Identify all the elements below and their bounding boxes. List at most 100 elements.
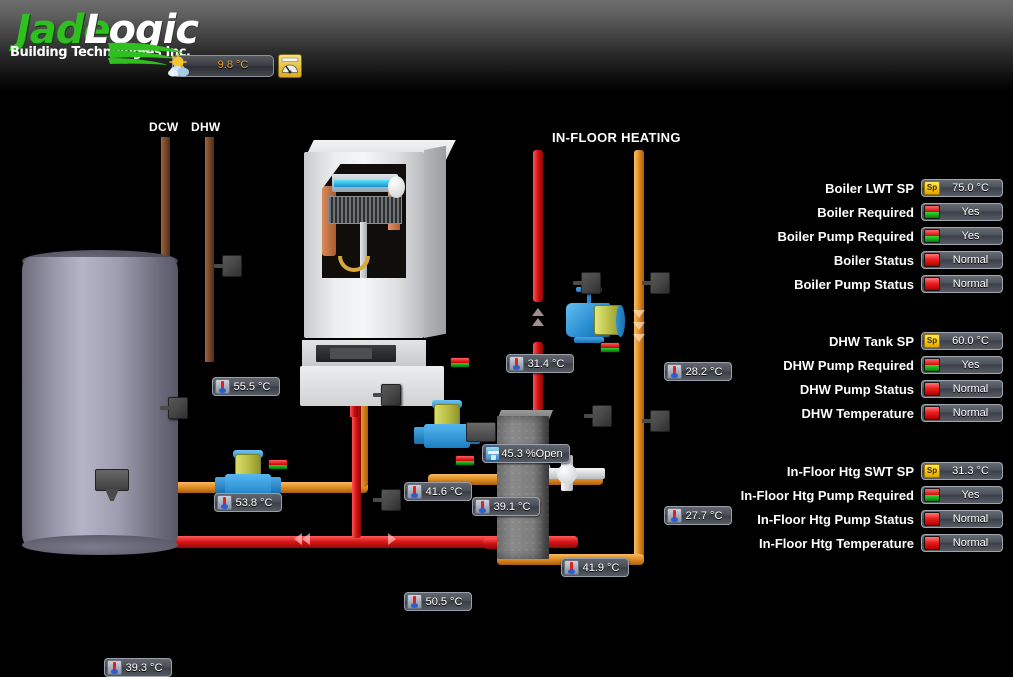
infloor-rwt-sensor[interactable]: [642, 272, 670, 294]
status-row: DHW Temperature Normal: [802, 403, 1003, 423]
status-row: DHW Pump Required Yes: [783, 355, 1003, 375]
status-value-pill[interactable]: Normal: [921, 510, 1003, 528]
red-lamp-icon: [924, 253, 940, 267]
status-value-pill[interactable]: Normal: [921, 275, 1003, 293]
infloor-swt-sensor[interactable]: [573, 272, 601, 294]
status-value-pill[interactable]: Normal: [921, 380, 1003, 398]
status-row-label: DHW Temperature: [801, 405, 914, 421]
hx-secondary-temp-badge[interactable]: 41.9 °C: [561, 558, 629, 577]
status-value-text: Normal: [952, 407, 989, 419]
dhw-pump-lamp: [268, 459, 288, 470]
status-row-label: Boiler Status: [833, 252, 914, 268]
thermometer-icon: [107, 660, 122, 675]
status-value-pill[interactable]: Yes: [921, 203, 1003, 221]
tank-control-module[interactable]: [95, 469, 129, 491]
infloor-hot-riser-pipe: [533, 150, 543, 302]
boiler-cutaway-view: [322, 164, 406, 278]
valve-hub: [557, 464, 577, 484]
dhw-return-temp-badge[interactable]: 53.8 °C: [214, 493, 282, 512]
boiler-lwt-temp-badge[interactable]: 41.6 °C: [404, 482, 472, 501]
status-row: Boiler Required Yes: [817, 202, 1003, 222]
status-row-label: DHW Pump Status: [799, 381, 914, 397]
outdoor-temperature-value: 9.8 °C: [217, 59, 249, 71]
setpoint-icon: Sp: [924, 464, 940, 478]
infloor-swt-temp-value: 31.4 °C: [527, 357, 565, 370]
status-row-label: Boiler Pump Status: [794, 276, 914, 292]
infloor-return-riser-pipe: [634, 150, 644, 562]
setpoint-icon: Sp: [924, 181, 940, 195]
boiler-pump-controller[interactable]: [466, 422, 496, 442]
flow-arrow-left-2: [302, 533, 310, 545]
weather-widget[interactable]: 9.8 °C: [168, 53, 274, 77]
boiler-return-temp-badge[interactable]: 50.5 °C: [404, 592, 472, 611]
dhw-supply-sensor[interactable]: [214, 255, 242, 277]
status-row: Boiler Status Normal: [834, 250, 1003, 270]
boiler-display: [316, 345, 396, 362]
infloor-return-sensor[interactable]: [642, 410, 670, 432]
boiler-pump-lamp: [455, 455, 475, 466]
valve-icon: [485, 446, 500, 461]
mixing-valve-position-value: 45.3 %Open: [501, 447, 563, 460]
thermometer-icon: [667, 508, 682, 523]
tank-bottom-temp-value: 39.3 °C: [125, 661, 163, 674]
dhw-tank-base: [22, 535, 178, 555]
boiler-rwt-sensor[interactable]: [373, 489, 401, 511]
status-value-pill[interactable]: Yes: [921, 227, 1003, 245]
red-lamp-icon: [924, 406, 940, 420]
tank-bottom-temp-badge[interactable]: 39.3 °C: [104, 658, 172, 677]
status-value-pill[interactable]: Sp 75.0 °C: [921, 179, 1003, 197]
red-lamp-icon: [924, 382, 940, 396]
status-row-label: Boiler Required: [817, 204, 914, 220]
thermometer-icon: [407, 594, 422, 609]
dhw-tank[interactable]: [22, 257, 178, 547]
red-lamp-icon: [924, 512, 940, 526]
status-value-pill[interactable]: Normal: [921, 404, 1003, 422]
flow-arrow-up-1: [532, 308, 544, 316]
gauge-button[interactable]: [278, 54, 302, 78]
status-value-text: Normal: [952, 254, 989, 266]
flow-arrow-down-1: [633, 310, 645, 318]
boiler-heat-exchanger: [328, 196, 402, 224]
status-value-pill[interactable]: Sp 60.0 °C: [921, 332, 1003, 350]
tank-probe-sensor[interactable]: [160, 397, 188, 419]
boiler-pump-motor: [434, 404, 460, 426]
boiler-lwt-sensor[interactable]: [373, 384, 401, 406]
infloor-swt-temp-badge[interactable]: 31.4 °C: [506, 354, 574, 373]
dhw-riser-pipe: [205, 137, 214, 362]
bicolor-lamp-icon: [924, 229, 940, 243]
boiler-status-lamp: [450, 357, 470, 368]
heat-exchanger-unit[interactable]: [497, 416, 549, 559]
boiler-mix-temp-badge[interactable]: 39.1 °C: [472, 497, 540, 516]
status-row-label: Boiler LWT SP: [825, 180, 914, 196]
dcw-label: DCW: [149, 120, 179, 134]
status-panel: Boiler LWT SP Sp 75.0 °C Boiler Required Yes…: [713, 92, 1013, 562]
infloor-heading-label: IN-FLOOR HEATING: [552, 130, 681, 145]
status-value-pill[interactable]: Normal: [921, 534, 1003, 552]
thermometer-icon: [215, 379, 230, 394]
mixing-valve-position-badge[interactable]: 45.3 %Open: [482, 444, 570, 463]
bicolor-lamp-icon: [924, 205, 940, 219]
setpoint-icon: Sp: [924, 334, 940, 348]
status-value-text: Yes: [961, 206, 980, 218]
red-lamp-icon: [924, 277, 940, 291]
flow-arrow-left-1: [294, 533, 302, 545]
thermometer-icon: [475, 499, 490, 514]
status-row-label: In-Floor Htg Pump Required: [740, 487, 914, 503]
boiler-lwt-temp-value: 41.6 °C: [425, 485, 463, 498]
boiler-flame: [334, 180, 396, 187]
status-row-label: In-Floor Htg Temperature: [758, 535, 914, 551]
circulator-motor: [594, 305, 625, 337]
flow-arrow-down-2: [633, 322, 645, 330]
status-row: DHW Pump Status Normal: [800, 379, 1003, 399]
status-value-pill[interactable]: Normal: [921, 251, 1003, 269]
flow-arrow-right-1: [388, 533, 396, 545]
status-value-pill[interactable]: Yes: [921, 356, 1003, 374]
status-value-text: 60.0 °C: [952, 335, 989, 347]
boiler-return-temp-value: 50.5 °C: [425, 595, 463, 608]
status-value-pill[interactable]: Sp 31.3 °C: [921, 462, 1003, 480]
dhw-supply-temp-badge[interactable]: 55.5 °C: [212, 377, 280, 396]
boiler-unit[interactable]: [298, 140, 456, 406]
hx-primary-sensor[interactable]: [584, 405, 612, 427]
status-row-label: DHW Pump Required: [783, 357, 914, 373]
status-value-pill[interactable]: Yes: [921, 486, 1003, 504]
